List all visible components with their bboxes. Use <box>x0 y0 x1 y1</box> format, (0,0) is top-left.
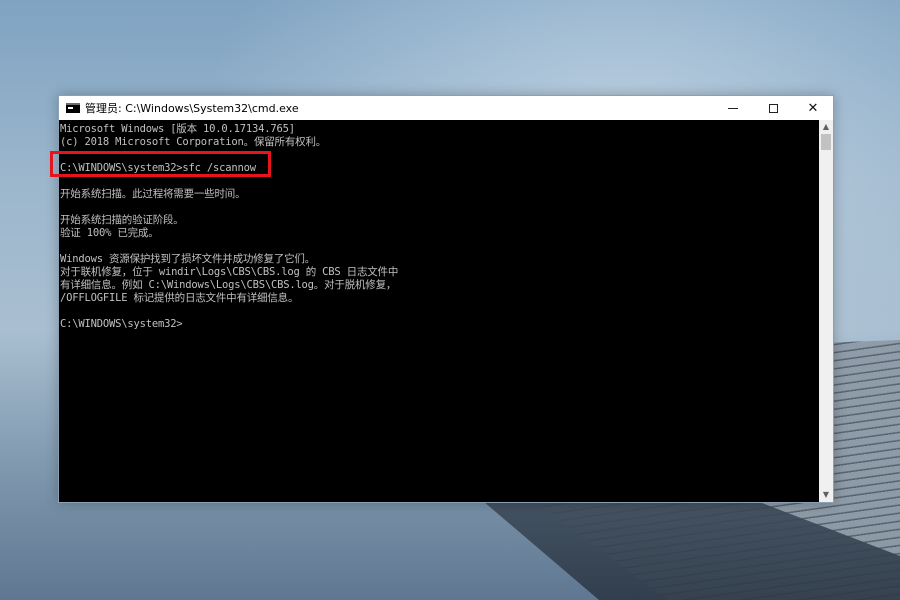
command-highlight-box <box>50 151 271 177</box>
maximize-button[interactable] <box>753 96 793 120</box>
window-title: 管理员: C:\Windows\System32\cmd.exe <box>85 102 299 115</box>
maximize-icon <box>768 103 778 113</box>
console-line: Windows 资源保护找到了损坏文件并成功修复了它们。 <box>60 253 315 265</box>
minimize-button[interactable] <box>713 96 753 120</box>
console-line: 对于联机修复，位于 windir\Logs\CBS\CBS.log 的 CBS … <box>60 266 399 278</box>
console-line: 验证 100% 已完成。 <box>60 227 159 239</box>
minimize-icon <box>728 107 738 109</box>
title-bar[interactable]: 管理员: C:\Windows\System32\cmd.exe ✕ <box>59 96 833 120</box>
scroll-down-icon[interactable]: ▼ <box>819 488 833 502</box>
console-line: 有详细信息。例如 C:\Windows\Logs\CBS\CBS.log。对于脱… <box>60 279 397 291</box>
console-line: Microsoft Windows [版本 10.0.17134.765] <box>60 123 295 135</box>
console-output[interactable]: Microsoft Windows [版本 10.0.17134.765] (c… <box>59 120 819 502</box>
close-button[interactable]: ✕ <box>793 96 833 120</box>
console-line: 开始系统扫描。此过程将需要一些时间。 <box>60 188 246 200</box>
console-line: /OFFLOGFILE 标记提供的日志文件中有详细信息。 <box>60 292 299 304</box>
scroll-up-icon[interactable]: ▲ <box>819 120 833 134</box>
console-line: (c) 2018 Microsoft Corporation。保留所有权利。 <box>60 136 327 148</box>
close-icon: ✕ <box>807 100 819 116</box>
console-line: 开始系统扫描的验证阶段。 <box>60 214 184 226</box>
vertical-scrollbar[interactable]: ▲ ▼ <box>819 120 833 502</box>
cmd-icon[interactable] <box>66 103 80 113</box>
scrollbar-thumb[interactable] <box>821 134 831 150</box>
window-controls: ✕ <box>713 96 833 120</box>
console-prompt: C:\WINDOWS\system32> <box>60 318 183 330</box>
